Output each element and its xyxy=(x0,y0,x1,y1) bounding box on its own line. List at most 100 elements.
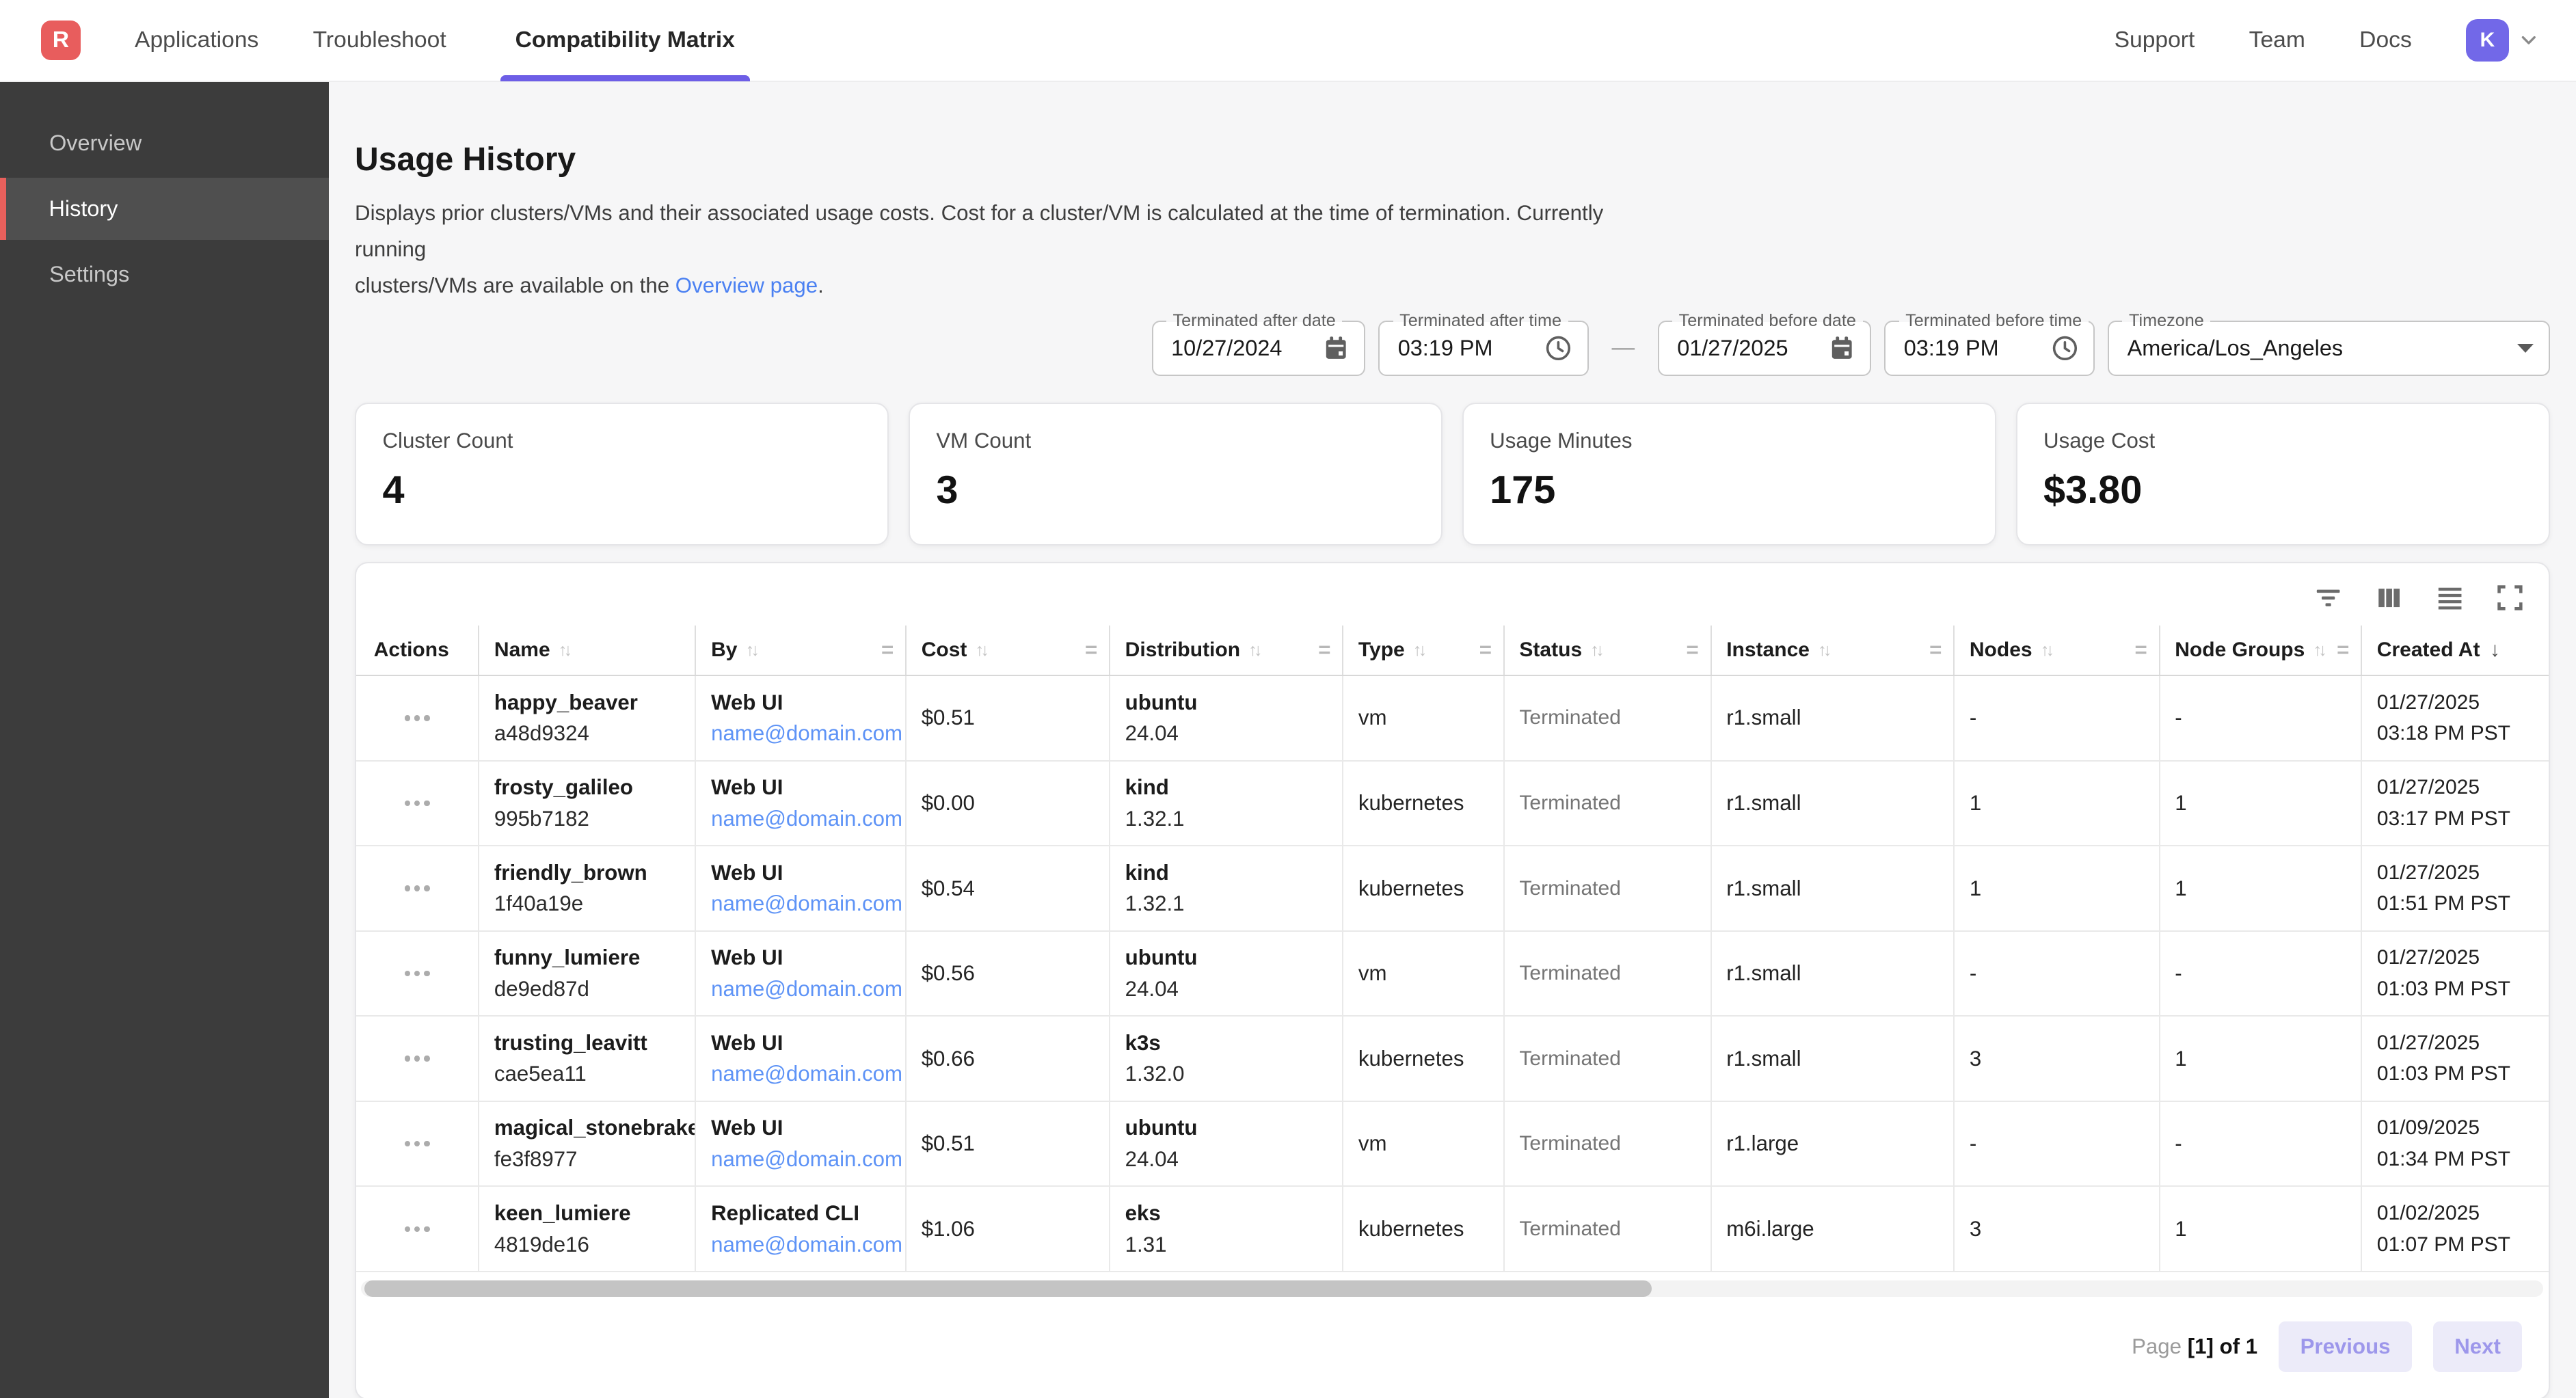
replicated-logo[interactable]: R xyxy=(41,21,81,60)
column-menu-icon[interactable]: = xyxy=(2337,638,2349,662)
cell-instance: r1.small xyxy=(1712,932,1955,1016)
sort-icon: ↑↓ xyxy=(1413,641,1424,660)
nodes-value: - xyxy=(1970,705,1976,730)
row-actions-button[interactable] xyxy=(394,790,440,816)
terminated-after-date-field[interactable]: Terminated after date 10/27/2024 xyxy=(1152,321,1365,377)
created-time: 01:34 PM PST xyxy=(2377,1147,2540,1172)
column-menu-icon[interactable]: = xyxy=(2135,638,2147,662)
density-icon[interactable] xyxy=(2435,583,2465,613)
column-menu-icon[interactable]: = xyxy=(881,638,894,662)
dot-icon xyxy=(424,1141,429,1146)
table-row[interactable]: trusting_leavittcae5ea11Web UIname@domai… xyxy=(356,1017,2549,1102)
cell-name: frosty_galileo995b7182 xyxy=(479,762,696,846)
horizontal-scrollbar-thumb[interactable] xyxy=(364,1280,1652,1297)
nav-item-applications[interactable]: Applications xyxy=(135,0,258,81)
table-row[interactable]: funny_lumierede9ed87dWeb UIname@domain.c… xyxy=(356,932,2549,1017)
type-value: kubernetes xyxy=(1358,1047,1464,1071)
nav-item-support[interactable]: Support xyxy=(2115,27,2195,53)
column-label: Distribution xyxy=(1125,638,1240,662)
created-by-email-link[interactable]: name@domain.com xyxy=(711,721,897,746)
horizontal-scrollbar[interactable] xyxy=(361,1280,2543,1297)
column-header-created[interactable]: Created At↓ xyxy=(2362,626,2548,675)
table-row[interactable]: frosty_galileo995b7182Web UIname@domain.… xyxy=(356,762,2549,847)
nav-item-team[interactable]: Team xyxy=(2249,27,2305,53)
columns-icon[interactable] xyxy=(2374,583,2404,613)
column-menu-icon[interactable]: = xyxy=(1687,638,1699,662)
next-page-button[interactable]: Next xyxy=(2433,1321,2522,1372)
terminated-after-time-field[interactable]: Terminated after time 03:19 PM xyxy=(1378,321,1589,377)
row-actions-button[interactable] xyxy=(394,705,440,731)
sort-icon: ↑↓ xyxy=(975,641,986,660)
overview-page-link[interactable]: Overview page xyxy=(675,273,818,297)
instance-value: r1.large xyxy=(1726,1131,1799,1156)
cell-distribution: k3s1.32.0 xyxy=(1110,1017,1343,1101)
account-menu[interactable]: K xyxy=(2466,19,2540,62)
distribution-version: 1.31 xyxy=(1125,1233,1334,1257)
dot-icon xyxy=(424,1226,429,1232)
column-header-status[interactable]: Status↑↓= xyxy=(1505,626,1712,675)
calendar-icon[interactable] xyxy=(1323,335,1349,361)
column-menu-icon[interactable]: = xyxy=(1318,638,1330,662)
column-menu-icon[interactable]: = xyxy=(1085,638,1097,662)
nav-item-troubleshoot[interactable]: Troubleshoot xyxy=(313,0,446,81)
terminated-before-time-field[interactable]: Terminated before time 03:19 PM xyxy=(1884,321,2095,377)
column-menu-icon[interactable]: = xyxy=(1479,638,1492,662)
table-row[interactable]: friendly_brown1f40a19eWeb UIname@domain.… xyxy=(356,846,2549,932)
app-window: R Applications Troubleshoot Compatibilit… xyxy=(0,0,2576,1398)
column-header-type[interactable]: Type↑↓= xyxy=(1343,626,1505,675)
timezone-select[interactable]: Timezone America/Los_Angeles xyxy=(2108,321,2549,377)
cell-created-at: 01/27/202503:18 PM PST xyxy=(2362,676,2548,760)
row-actions-button[interactable] xyxy=(394,960,440,986)
cell-type: vm xyxy=(1343,932,1505,1016)
cell-cost: $0.51 xyxy=(907,1102,1110,1186)
sidebar-item-overview[interactable]: Overview xyxy=(0,111,329,174)
column-header-cost[interactable]: Cost↑↓= xyxy=(907,626,1110,675)
cell-actions xyxy=(356,1017,479,1101)
created-by-email-link[interactable]: name@domain.com xyxy=(711,807,897,831)
row-actions-button[interactable] xyxy=(394,876,440,901)
pagination: Page [1] of 1 Previous Next xyxy=(356,1297,2549,1398)
column-menu-icon[interactable]: = xyxy=(1929,638,1942,662)
created-by-email-link[interactable]: name@domain.com xyxy=(711,1233,897,1257)
table-row[interactable]: magical_stonebrakerfe3f8977Web UIname@do… xyxy=(356,1102,2549,1187)
cell-cost: $0.54 xyxy=(907,846,1110,930)
row-actions-button[interactable] xyxy=(394,1046,440,1071)
previous-page-button[interactable]: Previous xyxy=(2279,1321,2411,1372)
dot-icon xyxy=(405,1056,410,1061)
row-actions-button[interactable] xyxy=(394,1216,440,1241)
column-header-name[interactable]: Name↑↓ xyxy=(479,626,696,675)
cell-actions xyxy=(356,762,479,846)
sidebar-item-settings[interactable]: Settings xyxy=(0,243,329,306)
table-row[interactable]: keen_lumiere4819de16Replicated CLIname@d… xyxy=(356,1187,2549,1272)
main-content: Usage History Displays prior clusters/VM… xyxy=(329,82,2576,1398)
row-actions-button[interactable] xyxy=(394,1131,440,1157)
column-header-distribution[interactable]: Distribution↑↓= xyxy=(1110,626,1343,675)
column-header-nodes[interactable]: Nodes↑↓= xyxy=(1955,626,2160,675)
column-header-by[interactable]: By↑↓= xyxy=(696,626,907,675)
created-by-email-link[interactable]: name@domain.com xyxy=(711,891,897,916)
column-header-instance[interactable]: Instance↑↓= xyxy=(1712,626,1955,675)
sidebar-item-history[interactable]: History xyxy=(0,178,329,240)
created-by-email-link[interactable]: name@domain.com xyxy=(711,1147,897,1172)
avatar[interactable]: K xyxy=(2466,19,2508,62)
terminated-before-date-field[interactable]: Terminated before date 01/27/2025 xyxy=(1658,321,1871,377)
cell-created-at: 01/02/202501:07 PM PST xyxy=(2362,1187,2548,1271)
created-by-email-link[interactable]: name@domain.com xyxy=(711,977,897,1002)
calendar-icon[interactable] xyxy=(1829,335,1855,361)
created-time: 01:03 PM PST xyxy=(2377,977,2540,1002)
cell-cost: $0.56 xyxy=(907,932,1110,1016)
clock-icon[interactable] xyxy=(2051,334,2079,362)
fullscreen-icon[interactable] xyxy=(2496,584,2524,612)
cell-distribution: ubuntu24.04 xyxy=(1110,676,1343,760)
column-header-node_groups[interactable]: Node Groups↑↓= xyxy=(2160,626,2363,675)
created-by-email-link[interactable]: name@domain.com xyxy=(711,1062,897,1086)
filter-bar: Terminated after date 10/27/2024 Termina… xyxy=(355,321,2550,377)
table-row[interactable]: happy_beavera48d9324Web UIname@domain.co… xyxy=(356,676,2549,762)
nav-item-docs[interactable]: Docs xyxy=(2359,27,2412,53)
cell-node-groups: 1 xyxy=(2160,1187,2363,1271)
clock-icon[interactable] xyxy=(1544,334,1572,362)
filter-icon[interactable] xyxy=(2313,583,2343,613)
cost-value: $0.54 xyxy=(922,876,975,901)
cell-instance: m6i.large xyxy=(1712,1187,1955,1271)
nav-item-compatibility-matrix[interactable]: Compatibility Matrix xyxy=(500,0,750,81)
